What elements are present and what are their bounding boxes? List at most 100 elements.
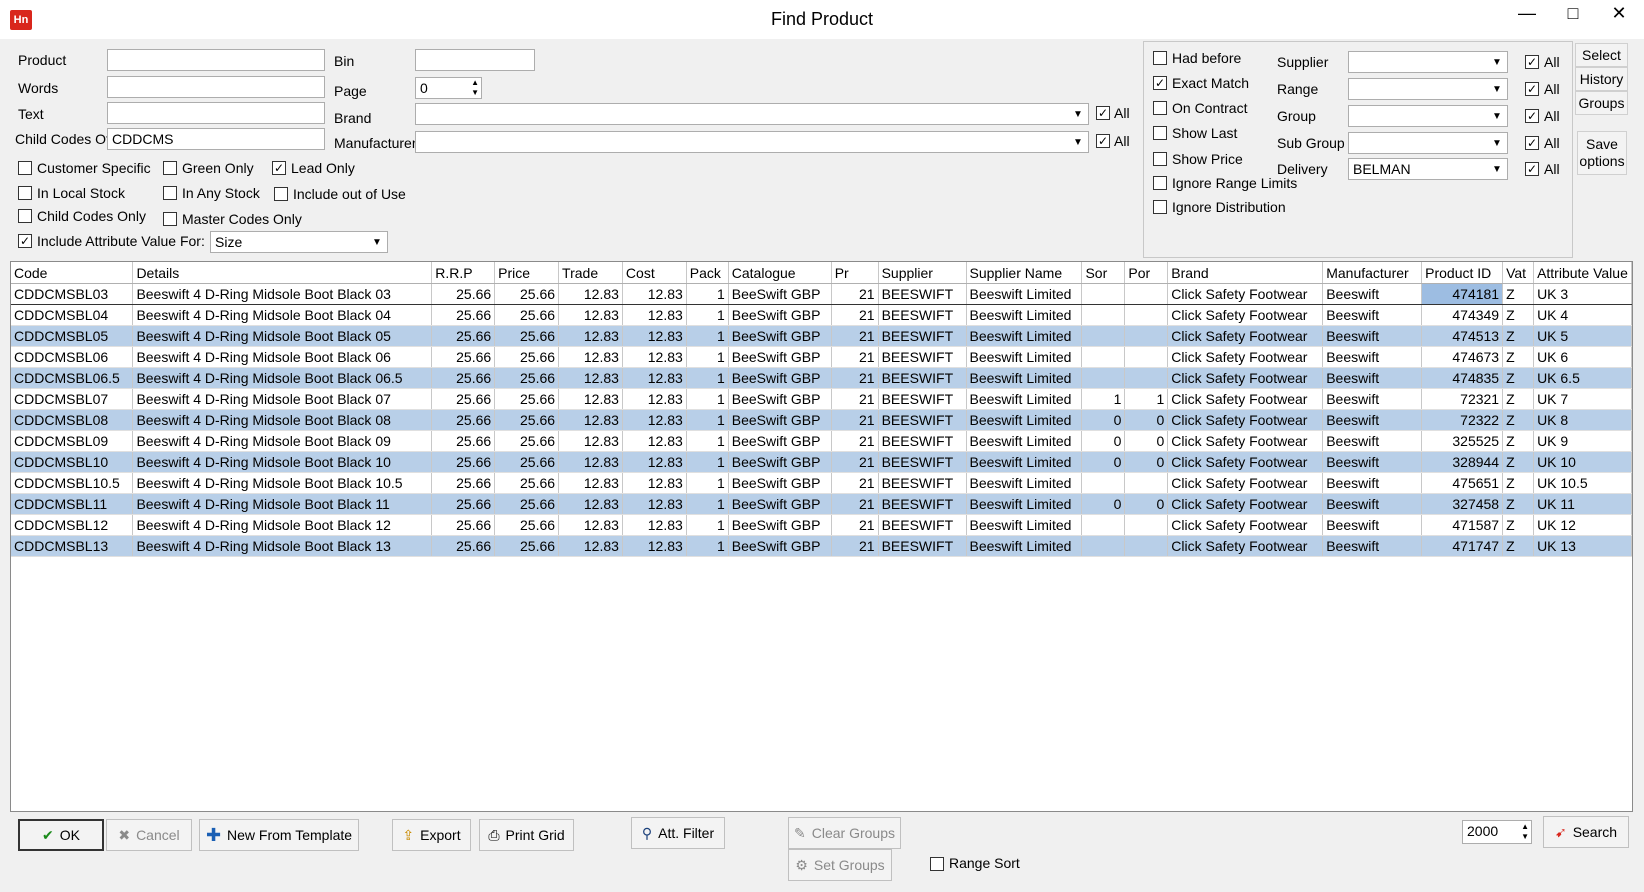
range-combo[interactable]: ▼ (1348, 78, 1508, 100)
column-header[interactable]: Sor (1081, 262, 1126, 284)
table-row[interactable]: CDDCMSBL03 Beeswift 4 D-Ring Midsole Boot… (11, 283, 1632, 305)
column-header[interactable]: Pack (686, 262, 729, 284)
history-button[interactable]: History (1575, 67, 1628, 91)
delivery-all-checkbox[interactable]: ✓ (1525, 162, 1539, 176)
range-sort-checkbox[interactable] (930, 857, 944, 871)
page-spinner[interactable]: 0 ▲ ▼ (415, 77, 482, 99)
table-row[interactable]: CDDCMSBL07 Beeswift 4 D-Ring Midsole Boot… (11, 388, 1632, 410)
table-cell: 12.83 (558, 514, 623, 536)
delivery-combo[interactable]: BELMAN ▼ (1348, 158, 1508, 180)
column-header[interactable]: Trade (558, 262, 623, 284)
product-input[interactable] (107, 49, 325, 71)
had-before-checkbox[interactable] (1153, 51, 1167, 65)
table-row[interactable]: CDDCMSBL06.5 Beeswift 4 D-Ring Midsole Bo… (11, 367, 1632, 389)
manufacturer-all-checkbox[interactable]: ✓ (1096, 134, 1110, 148)
table-cell: Beeswift (1322, 325, 1423, 347)
att-filter-button[interactable]: ⚲ Att. Filter (631, 817, 725, 849)
chevron-down-icon[interactable]: ▼ (1489, 79, 1505, 99)
column-header[interactable]: Supplier Name (966, 262, 1083, 284)
ignore-distribution-checkbox[interactable] (1153, 200, 1167, 214)
chevron-down-icon[interactable]: ▼ (1489, 133, 1505, 153)
column-header[interactable]: Price (494, 262, 560, 284)
column-header[interactable]: Por (1124, 262, 1169, 284)
column-header[interactable]: Catalogue (728, 262, 832, 284)
select-button[interactable]: Select (1575, 43, 1628, 67)
supplier-all-checkbox[interactable]: ✓ (1525, 55, 1539, 69)
master-codes-only-checkbox[interactable] (163, 212, 177, 226)
column-header[interactable]: Code (11, 262, 134, 284)
spinner-arrows-icon[interactable]: ▲ ▼ (471, 78, 479, 98)
in-local-stock-checkbox[interactable] (18, 186, 32, 200)
exact-match-checkbox[interactable]: ✓ (1153, 76, 1167, 90)
search-button[interactable]: ➹ Search (1543, 816, 1629, 848)
ok-button[interactable]: ✔ OK (18, 819, 104, 851)
chevron-down-icon[interactable]: ▼ (369, 232, 385, 252)
show-price-checkbox[interactable] (1153, 152, 1167, 166)
show-last-label: Show Last (1172, 125, 1238, 141)
export-button[interactable]: ⇪ Export (392, 819, 471, 851)
ignore-range-limits-checkbox[interactable] (1153, 176, 1167, 190)
table-row[interactable]: CDDCMSBL08 Beeswift 4 D-Ring Midsole Boot… (11, 409, 1632, 431)
table-row[interactable]: CDDCMSBL04 Beeswift 4 D-Ring Midsole Boot… (11, 304, 1632, 326)
words-input[interactable] (107, 76, 325, 98)
manufacturer-combo[interactable]: ▼ (415, 131, 1089, 153)
table-row[interactable]: CDDCMSBL10.5 Beeswift 4 D-Ring Midsole Bo… (11, 472, 1632, 494)
chevron-down-icon[interactable]: ▼ (1489, 52, 1505, 72)
spinner-arrows-icon[interactable]: ▲ ▼ (1521, 822, 1529, 842)
minimize-button[interactable]: — (1504, 0, 1550, 28)
column-header[interactable]: Cost (622, 262, 687, 284)
group-all-checkbox[interactable]: ✓ (1525, 109, 1539, 123)
child-codes-only-checkbox[interactable] (18, 209, 32, 223)
in-any-stock-checkbox[interactable] (163, 186, 177, 200)
supplier-combo[interactable]: ▼ (1348, 51, 1508, 73)
on-contract-checkbox[interactable] (1153, 101, 1167, 115)
column-header[interactable]: Pr (831, 262, 879, 284)
set-groups-button[interactable]: ⚙ Set Groups (788, 849, 892, 881)
print-grid-button[interactable]: ⎙ Print Grid (479, 819, 574, 851)
sub-group-combo[interactable]: ▼ (1348, 132, 1508, 154)
table-row[interactable]: CDDCMSBL12 Beeswift 4 D-Ring Midsole Boot… (11, 514, 1632, 536)
child-codes-input[interactable] (107, 128, 325, 150)
new-from-template-button[interactable]: ✚ New From Template (199, 819, 359, 851)
table-row[interactable]: CDDCMSBL13 Beeswift 4 D-Ring Midsole Boot… (11, 535, 1632, 557)
chevron-down-icon[interactable]: ▼ (1070, 132, 1086, 152)
column-header[interactable]: Vat (1502, 262, 1535, 284)
chevron-down-icon[interactable]: ▼ (1489, 159, 1505, 179)
sub-group-all-checkbox[interactable]: ✓ (1525, 136, 1539, 150)
range-all-checkbox[interactable]: ✓ (1525, 82, 1539, 96)
clear-groups-button[interactable]: ✎ Clear Groups (788, 817, 901, 849)
maximize-button[interactable]: □ (1550, 0, 1596, 28)
table-row[interactable]: CDDCMSBL11 Beeswift 4 D-Ring Midsole Boot… (11, 493, 1632, 515)
chevron-down-icon[interactable]: ▼ (1489, 106, 1505, 126)
bin-input[interactable] (415, 49, 535, 71)
include-out-of-use-checkbox[interactable] (274, 187, 288, 201)
column-header[interactable]: Attribute Value (1533, 262, 1632, 284)
group-combo[interactable]: ▼ (1348, 105, 1508, 127)
attribute-combo[interactable]: Size ▼ (210, 231, 388, 253)
chevron-down-icon[interactable]: ▼ (1070, 104, 1086, 124)
table-row[interactable]: CDDCMSBL05 Beeswift 4 D-Ring Midsole Boot… (11, 325, 1632, 347)
customer-specific-checkbox[interactable] (18, 161, 32, 175)
table-row[interactable]: CDDCMSBL10 Beeswift 4 D-Ring Midsole Boot… (11, 451, 1632, 473)
column-header[interactable]: R.R.P (431, 262, 496, 284)
results-grid[interactable]: Code Details R.R.P Price Trade Cost Pack Catalo… (10, 261, 1633, 812)
column-header[interactable]: Details (132, 262, 433, 284)
column-header[interactable]: Brand (1167, 262, 1324, 284)
groups-button[interactable]: Groups (1575, 91, 1628, 115)
column-header[interactable]: Product ID (1421, 262, 1504, 284)
cancel-button[interactable]: ✖ Cancel (106, 819, 192, 851)
close-button[interactable]: ✕ (1596, 0, 1642, 28)
brand-combo[interactable]: ▼ (415, 103, 1089, 125)
show-last-checkbox[interactable] (1153, 126, 1167, 140)
column-header[interactable]: Manufacturer (1322, 262, 1423, 284)
save-options-button[interactable]: Save options (1577, 131, 1627, 175)
column-header[interactable]: Supplier (878, 262, 967, 284)
brand-all-checkbox[interactable]: ✓ (1096, 106, 1110, 120)
include-attribute-value-checkbox[interactable]: ✓ (18, 234, 32, 248)
table-row[interactable]: CDDCMSBL06 Beeswift 4 D-Ring Midsole Boot… (11, 346, 1632, 368)
table-row[interactable]: CDDCMSBL09 Beeswift 4 D-Ring Midsole Boot… (11, 430, 1632, 452)
lead-only-checkbox[interactable]: ✓ (272, 161, 286, 175)
green-only-checkbox[interactable] (163, 161, 177, 175)
max-rows-spinner[interactable]: 2000 ▲ ▼ (1462, 820, 1532, 844)
text-input[interactable] (107, 102, 325, 124)
